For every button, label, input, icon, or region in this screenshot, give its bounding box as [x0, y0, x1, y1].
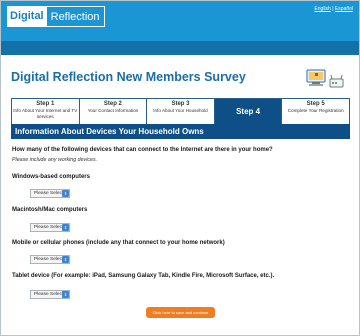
header-bar: Digital Reflection English | Español: [1, 1, 359, 41]
tablet-count-select[interactable]: Please Select ⇕: [30, 290, 70, 299]
logo-part2: Reflection: [46, 6, 105, 27]
computer-icon: [306, 69, 326, 86]
select-value: Please Select: [34, 257, 64, 262]
step-2-number: Step 2: [103, 101, 122, 107]
chevron-updown-icon: ⇕: [62, 190, 69, 197]
select-value: Please Select: [34, 292, 64, 297]
step-3: Step 3 Info About Your Household: [147, 99, 215, 125]
step-2-desc: Your Contact Information: [87, 108, 139, 113]
step-1-desc: Info About Your Internet and TV services: [13, 108, 78, 119]
step-1-number: Step 1: [36, 101, 55, 107]
select-value: Please Select: [34, 191, 64, 196]
lang-separator: |: [332, 6, 334, 12]
step-2: Step 2 Your Contact Information: [79, 99, 148, 125]
device-label-windows: Windows-based computers: [12, 174, 90, 180]
chevron-updown-icon: ⇕: [62, 224, 69, 231]
step-5-desc: Complete Your Registration: [287, 108, 344, 113]
progress-steps: Step 1 Info About Your Internet and TV s…: [11, 98, 350, 126]
survey-page: Digital Reflection English | Español Dig…: [0, 0, 360, 336]
logo-part1: Digital: [7, 6, 47, 27]
section-header: Information About Devices Your Household…: [11, 124, 350, 139]
device-label-mac: Macintosh/Mac computers: [12, 207, 88, 213]
step-5-number: Step 5: [306, 101, 325, 107]
lang-spanish-link[interactable]: Español: [335, 6, 353, 12]
lang-english-link[interactable]: English: [314, 6, 330, 12]
step-3-number: Step 3: [171, 101, 190, 107]
router-icon: [329, 74, 344, 88]
windows-count-select[interactable]: Please Select ⇕: [30, 189, 70, 198]
step-3-desc: Info About Your Household: [153, 108, 208, 113]
step-4-active: Step 4: [214, 99, 283, 125]
page-title: Digital Reflection New Members Survey: [11, 70, 246, 84]
mac-count-select[interactable]: Please Select ⇕: [30, 223, 70, 232]
save-continue-button[interactable]: Click here to save and continue: [146, 307, 215, 318]
chevron-updown-icon: ⇕: [62, 256, 69, 263]
header-stripe: [1, 41, 359, 55]
question-text: How many of the following devices that c…: [12, 147, 273, 153]
language-switcher: English | Español: [314, 6, 353, 12]
device-label-mobile: Mobile or cellular phones (include any t…: [12, 240, 225, 246]
question-note: Please include any working devices.: [12, 157, 98, 163]
select-value: Please Select: [34, 225, 64, 230]
step-1: Step 1 Info About Your Internet and TV s…: [12, 99, 80, 125]
step-5: Step 5 Complete Your Registration: [282, 99, 349, 125]
chevron-updown-icon: ⇕: [62, 291, 69, 298]
mobile-count-select[interactable]: Please Select ⇕: [30, 255, 70, 264]
device-label-tablet: Tablet device (For example: iPad, Samsun…: [12, 273, 275, 279]
step-4-number: Step 4: [236, 107, 261, 116]
logo[interactable]: Digital Reflection: [7, 6, 105, 27]
